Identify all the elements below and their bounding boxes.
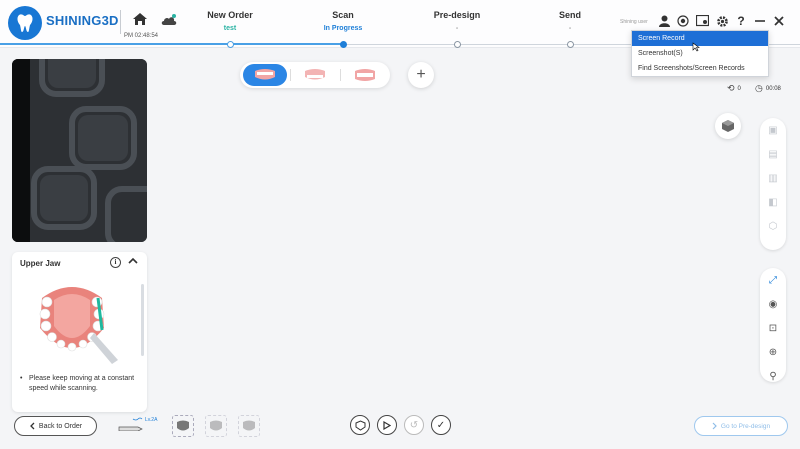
- view-side-icon[interactable]: ▤: [760, 142, 786, 166]
- scan-tip-text: Please keep moving at a constant speed w…: [29, 375, 135, 392]
- trim-tool-button[interactable]: [172, 415, 194, 437]
- tooth-mark-icon[interactable]: ⚲: [760, 364, 786, 388]
- step-node-pre-design: [454, 41, 461, 48]
- scanner-pen-icon: [118, 417, 146, 436]
- tab-lower-jaw[interactable]: [293, 64, 337, 86]
- info-icon[interactable]: i: [110, 257, 121, 268]
- step-pre-design[interactable]: Pre-design -: [407, 10, 507, 32]
- ai-process-button[interactable]: [350, 415, 370, 435]
- lock-tool-button[interactable]: [205, 415, 227, 437]
- scanner-level-label: Lv.2A: [145, 417, 158, 423]
- tab-separator: [290, 69, 291, 81]
- chevron-up-icon[interactable]: [128, 256, 138, 266]
- step-node-new-order: [227, 41, 234, 48]
- go-to-pre-design-button[interactable]: Go to Pre-design: [694, 416, 788, 436]
- close-icon[interactable]: [772, 14, 786, 28]
- tab-separator: [340, 69, 341, 81]
- help-icon[interactable]: ?: [734, 14, 748, 28]
- mouse-cursor-icon: [692, 39, 700, 57]
- color-texture-icon[interactable]: ◉: [760, 292, 786, 316]
- next-button-label: Go to Pre-design: [720, 422, 771, 430]
- record-icon[interactable]: [676, 14, 690, 28]
- user-icon[interactable]: [657, 14, 671, 28]
- step-node-scan: [340, 41, 347, 48]
- view-cube-button[interactable]: [715, 113, 741, 139]
- upper-jaw-illustration: [32, 278, 127, 373]
- scan-tip: Please keep moving at a constant speed w…: [20, 374, 135, 394]
- step-send[interactable]: Send -: [520, 10, 620, 32]
- erase-tool-button[interactable]: [238, 415, 260, 437]
- play-icon[interactable]: [377, 415, 397, 435]
- step-label: New Order: [207, 10, 253, 20]
- clock-time: PM 02:48:54: [124, 33, 159, 39]
- app-logo: [8, 6, 42, 40]
- step-label: Pre-design: [433, 10, 481, 20]
- step-node-send: [567, 41, 574, 48]
- measure-icon[interactable]: ⊕: [760, 340, 786, 364]
- step-label: Send: [558, 10, 581, 20]
- brand-name: SHINING3D: [46, 13, 119, 28]
- shot-counter: ⟲ 0: [727, 83, 741, 94]
- screen-record-menu: Screen Record Screenshot(S) Find Screens…: [631, 30, 769, 77]
- step-label: Scan: [332, 10, 354, 20]
- header-divider: [120, 10, 121, 34]
- user-name: Shining user: [620, 19, 648, 25]
- clock-icon: ◷: [755, 83, 763, 93]
- step-status: -: [455, 25, 459, 32]
- shot-count: 0: [737, 85, 741, 92]
- panel-title: Upper Jaw: [20, 259, 61, 268]
- view-front-icon[interactable]: ▣: [760, 118, 786, 142]
- screenshot-icon[interactable]: [695, 14, 709, 28]
- camera-preview: [12, 59, 147, 242]
- view-top-icon[interactable]: ▥: [760, 166, 786, 190]
- scrollbar[interactable]: [141, 284, 144, 356]
- tooth-icon[interactable]: ⬡: [760, 214, 786, 238]
- jaw-selector: [240, 62, 390, 88]
- view-toolbar: ▣ ▤ ▥ ◧ ⬡: [760, 118, 786, 250]
- menu-item-screenshot[interactable]: Screenshot(S): [632, 46, 768, 61]
- focus-icon[interactable]: ⊡: [760, 316, 786, 340]
- chevron-left-icon: [29, 422, 35, 430]
- timer-value: 00:08: [765, 85, 781, 92]
- tab-upper-jaw[interactable]: [243, 64, 287, 86]
- chevron-right-icon: [712, 422, 717, 430]
- menu-item-screen-record[interactable]: Screen Record: [632, 31, 768, 46]
- settings-icon[interactable]: [715, 14, 729, 28]
- cloud-icon[interactable]: [160, 13, 178, 32]
- progress-fill: [0, 43, 345, 45]
- minimize-icon[interactable]: [753, 14, 767, 28]
- step-new-order[interactable]: New Order test: [180, 10, 280, 32]
- scan-guide-panel: Upper Jaw i Please keep moving at a cons…: [12, 252, 147, 412]
- tab-bite[interactable]: [343, 64, 387, 86]
- step-status: test: [223, 25, 237, 32]
- undo-icon[interactable]: ↺: [404, 415, 424, 435]
- edit-toolbar: ⤢ ◉ ⊡ ⊕ ⚲: [760, 268, 786, 382]
- scan-timer: ◷ 00:08: [755, 83, 781, 94]
- step-status: -: [568, 25, 572, 32]
- back-button-label: Back to Order: [38, 422, 83, 430]
- confirm-check-icon[interactable]: ✓: [431, 415, 451, 435]
- menu-item-find-screenshots[interactable]: Find Screenshots/Screen Records: [632, 61, 768, 76]
- scan-select-icon[interactable]: ⤢: [760, 268, 786, 292]
- view-occlusal-icon[interactable]: ◧: [760, 190, 786, 214]
- add-scan-button[interactable]: +: [408, 62, 434, 88]
- back-to-order-button[interactable]: Back to Order: [14, 416, 97, 436]
- step-status: In Progress: [323, 25, 363, 32]
- step-scan[interactable]: Scan In Progress: [293, 10, 393, 32]
- home-icon[interactable]: [132, 12, 148, 31]
- capture-icon: ⟲: [727, 83, 735, 93]
